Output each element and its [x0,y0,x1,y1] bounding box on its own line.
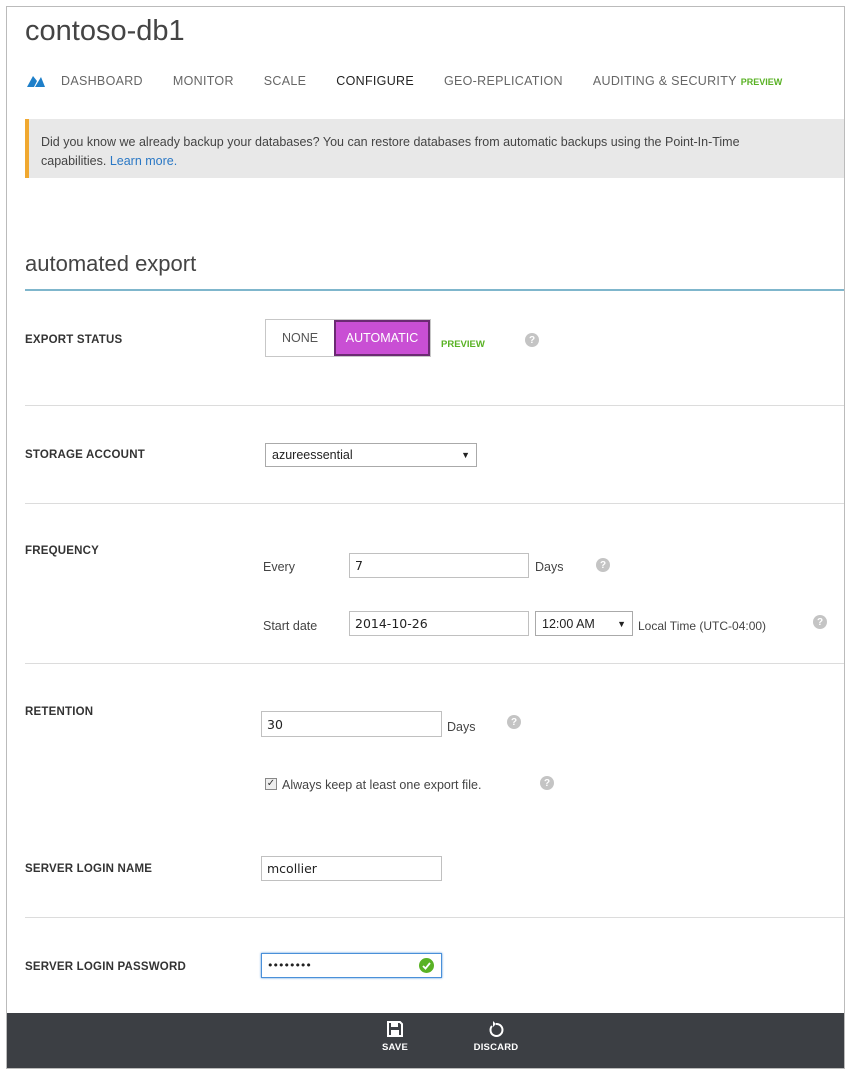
question-icon[interactable]: ? [525,333,539,347]
banner-text: Did you know we already backup your data… [41,135,740,149]
undo-icon [489,1021,504,1037]
banner-text-2: capabilities. [41,154,107,168]
tab-configure[interactable]: CONFIGURE [336,74,414,88]
export-status-label: EXPORT STATUS [25,334,123,346]
server-login-name-input[interactable]: mcollier [261,856,442,881]
question-icon[interactable]: ? [540,776,554,790]
info-banner: Did you know we already backup your data… [25,119,844,178]
start-date-label: Start date [263,619,318,633]
retention-label: RETENTION [25,706,94,718]
divider [25,917,844,918]
server-login-name-label: SERVER LOGIN NAME [25,863,153,875]
question-icon[interactable]: ? [507,715,521,729]
learn-more-link[interactable]: Learn more. [110,154,177,168]
every-label: Every [263,560,295,574]
page-title: contoso-db1 [25,15,185,47]
start-time-select[interactable]: 12:00 AM ▼ [535,611,633,636]
retention-input[interactable]: 30 [261,711,442,737]
keep-export-label: Always keep at least one export file. [282,778,482,792]
discard-button[interactable]: DISCARD [471,1020,521,1053]
app-window: contoso-db1 DASHBOARD MONITOR SCALE CONF… [6,6,845,1069]
server-login-password-label: SERVER LOGIN PASSWORD [25,961,186,973]
export-status-none-option[interactable]: NONE [266,320,334,356]
frequency-every-input[interactable]: 7 [349,553,529,578]
tab-geo-replication[interactable]: GEO-REPLICATION [444,74,563,88]
question-icon[interactable]: ? [596,558,610,572]
save-icon [387,1021,403,1037]
retention-days-label: Days [447,720,476,734]
start-date-input[interactable]: 2014-10-26 [349,611,529,636]
frequency-days-label: Days [535,560,564,574]
server-login-password-input[interactable]: •••••••• [261,953,442,978]
section-divider [25,289,844,291]
discard-label: DISCARD [473,1042,519,1053]
storage-account-select[interactable]: azureessential ▼ [265,443,477,467]
save-button[interactable]: SAVE [370,1020,420,1053]
chevron-down-icon: ▼ [461,450,470,460]
tab-auditing-security[interactable]: AUDITING & SECURITY PREVIEW [593,74,782,88]
start-time-value: 12:00 AM [542,616,595,631]
timezone-label: Local Time (UTC-04:00) [638,619,767,633]
divider [25,405,844,406]
storage-account-value: azureessential [272,448,353,462]
sql-database-icon[interactable] [25,73,47,89]
command-bar: SAVE DISCARD [7,1013,844,1068]
checkmark-icon [419,958,434,973]
tab-scale[interactable]: SCALE [264,74,307,88]
save-label: SAVE [382,1042,408,1053]
export-status-toggle: NONE AUTOMATIC [265,319,431,357]
divider [25,503,844,504]
preview-badge: PREVIEW [740,77,783,87]
keep-export-checkbox[interactable]: ✓ [265,778,277,790]
section-title: automated export [25,251,197,276]
tab-auditing-security-label: AUDITING & SECURITY [592,74,737,88]
export-status-automatic-option[interactable]: AUTOMATIC [334,320,430,356]
frequency-label: FREQUENCY [25,545,100,557]
nav-tabs: DASHBOARD MONITOR SCALE CONFIGURE GEO-RE… [25,71,812,91]
chevron-down-icon: ▼ [617,618,626,629]
divider [25,663,844,664]
tab-monitor[interactable]: MONITOR [173,74,234,88]
question-icon[interactable]: ? [813,615,827,629]
tab-dashboard[interactable]: DASHBOARD [61,74,143,88]
preview-badge: PREVIEW [441,339,485,350]
storage-account-label: STORAGE ACCOUNT [25,449,145,461]
